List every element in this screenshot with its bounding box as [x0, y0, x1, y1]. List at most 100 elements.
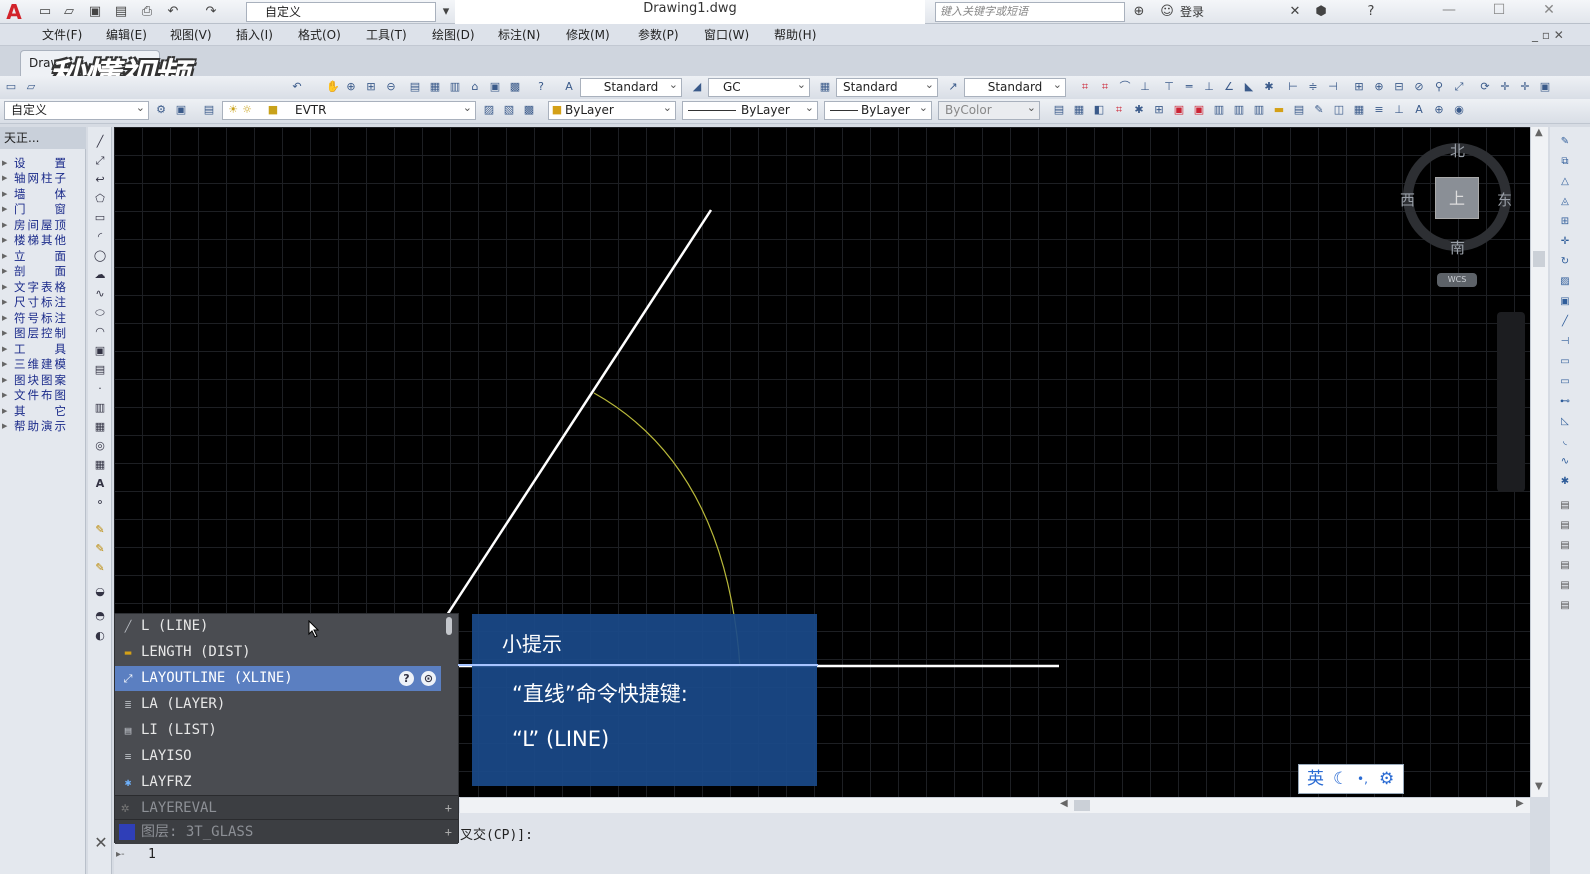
drawn-line-diagonal[interactable]	[445, 209, 713, 616]
draw-ellipse-icon[interactable]: ⬭	[93, 306, 107, 320]
menu-parameter[interactable]: 参数(P)	[638, 27, 679, 43]
copy-obj-icon[interactable]: ⧉	[1558, 155, 1572, 169]
center-mark-icon[interactable]: ⊕	[1372, 80, 1386, 94]
insert-block-icon[interactable]: ▣	[93, 344, 107, 358]
tb-help-icon[interactable]: ?	[534, 80, 548, 94]
lock-icon[interactable]: ▣	[174, 103, 188, 117]
modify-tool-1-icon[interactable]: ▤	[1052, 103, 1066, 117]
draw-pline-icon[interactable]: ↩	[93, 173, 107, 187]
navigation-bar[interactable]	[1497, 312, 1525, 492]
menu-draw[interactable]: 绘图(D)	[432, 27, 475, 43]
autocomplete-section-layereval[interactable]: ✲ LAYEREVAL +	[115, 795, 458, 820]
modify-tool-10-icon[interactable]: ▥	[1232, 103, 1246, 117]
modify-tool-4-icon[interactable]: ⌗	[1112, 103, 1126, 117]
modify-tool-5-icon[interactable]: ✱	[1132, 103, 1146, 117]
modify-tool-12-icon[interactable]: ▬	[1272, 103, 1286, 117]
apps-icon[interactable]: ⬢	[1312, 3, 1330, 21]
autocomplete-item[interactable]: ≣ LA (LAYER)	[115, 692, 441, 717]
panel-item[interactable]: ▶ 门 窗	[0, 201, 86, 217]
dim-angular-icon[interactable]: ∠	[1222, 80, 1236, 94]
login-link[interactable]: 登录	[1180, 3, 1204, 21]
design-center-icon[interactable]: ▦	[428, 80, 442, 94]
break-point-icon[interactable]: ▭	[1558, 355, 1572, 369]
hatch-icon[interactable]: ▥	[93, 401, 107, 415]
draw-line-icon[interactable]: ╱	[93, 135, 107, 149]
mdi-controls-icon[interactable]: _ ▫ ✕	[1532, 27, 1564, 43]
add-selected-icon[interactable]: ⚬	[93, 496, 107, 510]
zoom-previous-icon[interactable]: ⊖	[384, 80, 398, 94]
dim-diameter-icon[interactable]: ⊥	[1202, 80, 1216, 94]
trim-icon[interactable]: ╱	[1558, 315, 1572, 329]
table-style-icon[interactable]: ▦	[818, 80, 832, 94]
rotate-icon[interactable]: ↻	[1558, 255, 1572, 269]
draw-ellipse-arc-icon[interactable]: ◠	[93, 325, 107, 339]
dim-baseline-icon[interactable]: ✱	[1262, 80, 1276, 94]
modify-tool-d-icon[interactable]: ◒	[93, 585, 107, 599]
panel-item[interactable]: ▶ 墙 体	[0, 186, 86, 202]
ime-settings-icon[interactable]: ⚙	[1379, 765, 1394, 793]
extra-tool-icon[interactable]: ▣	[1538, 80, 1552, 94]
extra-5-icon[interactable]: ▤	[1558, 579, 1572, 593]
undo-icon[interactable]: ↶	[164, 3, 182, 21]
mtext-icon[interactable]: A	[93, 477, 107, 491]
fillet-icon[interactable]: ◟	[1558, 435, 1572, 449]
compass-north[interactable]: 北	[1450, 140, 1465, 161]
join-icon[interactable]: ⊷	[1558, 395, 1572, 409]
color-combo[interactable]: ByLayer	[548, 99, 676, 120]
panel-item[interactable]: ▶ 立 面	[0, 248, 86, 264]
region-icon[interactable]: ◎	[93, 439, 107, 453]
offset-icon[interactable]: ◬	[1558, 195, 1572, 209]
modify-tool-9-icon[interactable]: ▥	[1212, 103, 1226, 117]
autocomplete-item[interactable]: ≡ LAYISO	[115, 744, 441, 769]
close-window-icon[interactable]: ✕	[1526, 0, 1572, 22]
qa-dropdown-icon[interactable]: ▾	[437, 3, 455, 21]
zoom-realtime-icon[interactable]: ⊕	[344, 80, 358, 94]
dim-aligned-icon[interactable]: ⌗	[1098, 80, 1112, 94]
layer-previous-icon[interactable]: ▧	[502, 103, 516, 117]
array-icon[interactable]: ⊞	[1558, 215, 1572, 229]
scale-icon[interactable]: ▨	[1558, 275, 1572, 289]
explode-icon[interactable]: ✱	[1558, 475, 1572, 489]
dim-jogged-icon[interactable]: ═	[1182, 80, 1196, 94]
draw-rectangle-icon[interactable]: ▭	[93, 211, 107, 225]
menu-format[interactable]: 格式(O)	[298, 27, 341, 43]
panel-item[interactable]: ▶ 三维建模	[0, 356, 86, 372]
extend-icon[interactable]: ⊣	[1558, 335, 1572, 349]
panel-item[interactable]: ▶ 房间屋顶	[0, 217, 86, 233]
command-input[interactable]: 1	[148, 847, 156, 862]
erase-icon[interactable]: ✎	[1558, 135, 1572, 149]
dim-ordinate-icon[interactable]: ⊥	[1138, 80, 1152, 94]
panel-item[interactable]: ▶ 剖 面	[0, 263, 86, 279]
panel-item[interactable]: ▶ 尺寸标注	[0, 294, 86, 310]
properties-icon[interactable]: ▤	[408, 80, 422, 94]
redo-icon[interactable]: ↷	[202, 3, 220, 21]
autocomplete-scrollbar[interactable]	[446, 617, 452, 635]
extra-3-icon[interactable]: ▤	[1558, 539, 1572, 553]
user-icon[interactable]: ☺	[1158, 3, 1176, 21]
scroll-right-icon[interactable]: ▶	[1516, 798, 1524, 809]
maximize-icon[interactable]: ☐	[1476, 0, 1522, 22]
workspace-combo-2[interactable]: 自定义	[4, 99, 149, 120]
gradient-icon[interactable]: ▦	[93, 420, 107, 434]
make-current-icon[interactable]: ▨	[482, 103, 496, 117]
panel-item[interactable]: ▶ 帮助演示	[0, 418, 86, 434]
autocomplete-item-selected[interactable]: ⤢ LAYOUTLINE (XLINE) ? ⊙	[115, 666, 441, 691]
wcs-menu[interactable]: WCS	[1437, 273, 1477, 287]
modify-tool-b-icon[interactable]: ✎	[93, 542, 107, 556]
modify-tool-7-icon[interactable]: ▣	[1172, 103, 1186, 117]
menu-modify[interactable]: 修改(M)	[566, 27, 610, 43]
modify-tool-2-icon[interactable]: ▦	[1072, 103, 1086, 117]
menu-file[interactable]: 文件(F)	[42, 27, 82, 43]
chamfer-icon[interactable]: ◺	[1558, 415, 1572, 429]
item-search-icon[interactable]: ⊙	[421, 671, 436, 686]
modify-tool-f-icon[interactable]: ◐	[93, 629, 107, 643]
command-close-icon[interactable]: ✕	[90, 835, 112, 851]
table-icon[interactable]: ▦	[93, 458, 107, 472]
punct-icon[interactable]: •,	[1357, 765, 1368, 793]
autocomplete-item[interactable]: ╱ L (LINE)	[115, 614, 441, 639]
compass-west[interactable]: 西	[1400, 189, 1415, 210]
draw-spline-icon[interactable]: ∿	[93, 287, 107, 301]
hscroll-thumb[interactable]	[1074, 800, 1090, 811]
modify-tool-a-icon[interactable]: ✎	[93, 523, 107, 537]
mleader-style-icon[interactable]: ↗	[946, 80, 960, 94]
